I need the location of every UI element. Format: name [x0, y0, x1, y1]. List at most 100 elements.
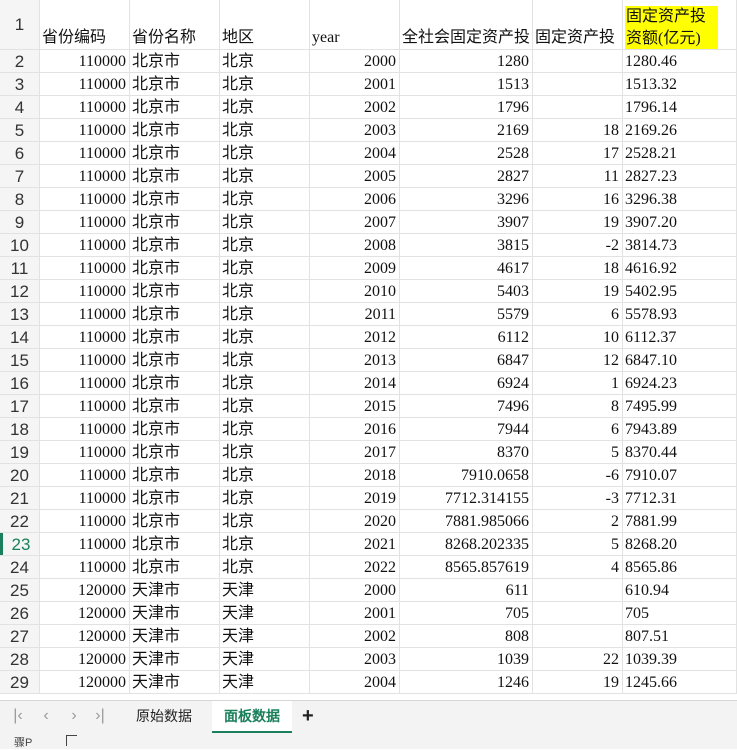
cell-province-name[interactable]: 天津市: [130, 579, 220, 601]
first-sheet-icon[interactable]: |‹: [8, 707, 28, 725]
cell-province-name[interactable]: 天津市: [130, 648, 220, 670]
cell-total-investment[interactable]: 6924: [400, 372, 533, 394]
cell-total-investment[interactable]: 8370: [400, 441, 533, 463]
row-number[interactable]: 29: [0, 671, 40, 693]
row-number[interactable]: 28: [0, 648, 40, 670]
cell-year[interactable]: 2002: [310, 96, 400, 118]
row-number[interactable]: 4: [0, 96, 40, 118]
cell-province-code[interactable]: 110000: [40, 280, 130, 302]
cell-year[interactable]: 2001: [310, 602, 400, 624]
row-number[interactable]: 3: [0, 73, 40, 95]
cell-year[interactable]: 2006: [310, 188, 400, 210]
macro-record-icon[interactable]: [66, 735, 77, 746]
cell-province-name[interactable]: 天津市: [130, 671, 220, 693]
cell-year[interactable]: 2015: [310, 395, 400, 417]
cell-investment-amount[interactable]: 3296.38: [623, 188, 737, 210]
cell-province-code[interactable]: 110000: [40, 50, 130, 72]
cell-year[interactable]: 2000: [310, 579, 400, 601]
cell-investment-growth[interactable]: 12: [533, 349, 623, 371]
cell-investment-amount[interactable]: 7910.07: [623, 464, 737, 486]
cell-year[interactable]: 2003: [310, 119, 400, 141]
header-region[interactable]: 地区: [220, 0, 310, 49]
cell-total-investment[interactable]: 1513: [400, 73, 533, 95]
cell-year[interactable]: 2016: [310, 418, 400, 440]
row-number[interactable]: 24: [0, 556, 40, 578]
cell-total-investment[interactable]: 705: [400, 602, 533, 624]
cell-investment-amount[interactable]: 6112.37: [623, 326, 737, 348]
cell-investment-amount[interactable]: 2827.23: [623, 165, 737, 187]
cell-investment-amount[interactable]: 6847.10: [623, 349, 737, 371]
cell-province-code[interactable]: 110000: [40, 165, 130, 187]
cell-province-code[interactable]: 110000: [40, 510, 130, 532]
header-year[interactable]: year: [310, 0, 400, 49]
cell-investment-growth[interactable]: [533, 625, 623, 647]
cell-year[interactable]: 2004: [310, 142, 400, 164]
cell-province-code[interactable]: 110000: [40, 257, 130, 279]
cell-year[interactable]: 2005: [310, 165, 400, 187]
add-sheet-button[interactable]: +: [302, 705, 314, 728]
row-number[interactable]: 21: [0, 487, 40, 509]
cell-province-name[interactable]: 北京市: [130, 280, 220, 302]
cell-province-name[interactable]: 北京市: [130, 510, 220, 532]
cell-year[interactable]: 2022: [310, 556, 400, 578]
cell-total-investment[interactable]: 8268.202335: [400, 533, 533, 555]
cell-province-code[interactable]: 110000: [40, 119, 130, 141]
cell-investment-growth[interactable]: 6: [533, 418, 623, 440]
header-province-name[interactable]: 省份名称: [130, 0, 220, 49]
cell-province-name[interactable]: 北京市: [130, 441, 220, 463]
cell-region[interactable]: 北京: [220, 50, 310, 72]
cell-investment-growth[interactable]: 11: [533, 165, 623, 187]
cell-year[interactable]: 2001: [310, 73, 400, 95]
cell-province-name[interactable]: 天津市: [130, 602, 220, 624]
cell-province-name[interactable]: 北京市: [130, 349, 220, 371]
cell-region[interactable]: 北京: [220, 441, 310, 463]
row-number[interactable]: 13: [0, 303, 40, 325]
cell-province-code[interactable]: 110000: [40, 441, 130, 463]
row-number[interactable]: 6: [0, 142, 40, 164]
cell-investment-growth[interactable]: 5: [533, 533, 623, 555]
cell-investment-amount[interactable]: 1039.39: [623, 648, 737, 670]
cell-year[interactable]: 2004: [310, 671, 400, 693]
cell-year[interactable]: 2000: [310, 50, 400, 72]
cell-province-code[interactable]: 110000: [40, 533, 130, 555]
row-number[interactable]: 14: [0, 326, 40, 348]
row-number[interactable]: 26: [0, 602, 40, 624]
cell-year[interactable]: 2002: [310, 625, 400, 647]
cell-province-name[interactable]: 北京市: [130, 96, 220, 118]
row-number[interactable]: 7: [0, 165, 40, 187]
cell-total-investment[interactable]: 808: [400, 625, 533, 647]
cell-investment-amount[interactable]: 4616.92: [623, 257, 737, 279]
cell-region[interactable]: 北京: [220, 73, 310, 95]
cell-province-code[interactable]: 110000: [40, 142, 130, 164]
cell-investment-growth[interactable]: -2: [533, 234, 623, 256]
cell-investment-amount[interactable]: 1513.32: [623, 73, 737, 95]
cell-province-name[interactable]: 北京市: [130, 556, 220, 578]
cell-province-name[interactable]: 北京市: [130, 234, 220, 256]
cell-investment-growth[interactable]: -6: [533, 464, 623, 486]
cell-region[interactable]: 北京: [220, 96, 310, 118]
cell-year[interactable]: 2021: [310, 533, 400, 555]
cell-province-code[interactable]: 120000: [40, 602, 130, 624]
row-number[interactable]: 2: [0, 50, 40, 72]
cell-year[interactable]: 2019: [310, 487, 400, 509]
cell-region[interactable]: 天津: [220, 602, 310, 624]
row-number[interactable]: 1: [0, 0, 40, 49]
cell-province-code[interactable]: 110000: [40, 303, 130, 325]
cell-total-investment[interactable]: 3907: [400, 211, 533, 233]
cell-investment-growth[interactable]: 10: [533, 326, 623, 348]
cell-investment-growth[interactable]: 18: [533, 257, 623, 279]
row-number[interactable]: 5: [0, 119, 40, 141]
cell-province-code[interactable]: 110000: [40, 234, 130, 256]
cell-year[interactable]: 2008: [310, 234, 400, 256]
cell-year[interactable]: 2009: [310, 257, 400, 279]
cell-region[interactable]: 天津: [220, 579, 310, 601]
row-number[interactable]: 12: [0, 280, 40, 302]
row-number[interactable]: 18: [0, 418, 40, 440]
cell-year[interactable]: 2007: [310, 211, 400, 233]
cell-total-investment[interactable]: 7944: [400, 418, 533, 440]
cell-investment-amount[interactable]: 807.51: [623, 625, 737, 647]
cell-total-investment[interactable]: 2169: [400, 119, 533, 141]
cell-investment-amount[interactable]: 7712.31: [623, 487, 737, 509]
cell-investment-amount[interactable]: 5578.93: [623, 303, 737, 325]
cell-province-code[interactable]: 120000: [40, 625, 130, 647]
